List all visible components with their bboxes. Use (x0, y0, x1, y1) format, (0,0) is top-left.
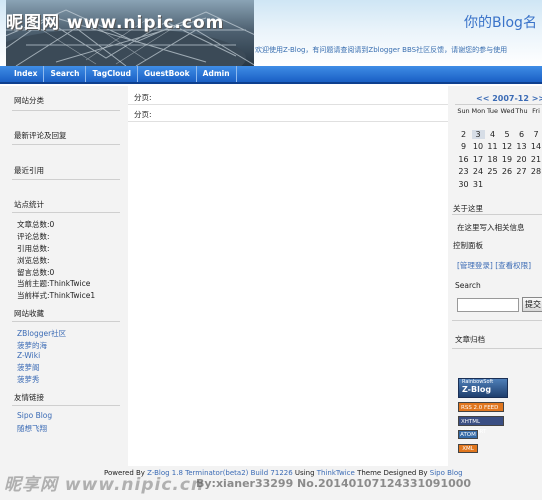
favorite-link[interactable]: ZBlogger社区 (17, 328, 66, 339)
archive-title: 文章归档 (455, 335, 485, 344)
calendar-day[interactable]: 6 (515, 130, 528, 139)
divider (455, 104, 542, 105)
footer-text: Using (292, 469, 317, 477)
nav-guestbook[interactable]: GuestBook (138, 66, 197, 82)
calendar-weekday: Fri (532, 107, 540, 115)
calendar-day[interactable]: 20 (515, 155, 528, 164)
calendar-weekday: Mon (471, 107, 486, 115)
blog-header: 昵图网 www.nipic.com 你的Blog名 欢迎使用Z-Blog，有问题… (0, 0, 542, 66)
calendar-weekday: Thu (515, 107, 528, 115)
nav-search[interactable]: Search (44, 66, 87, 82)
calendar-day[interactable]: 23 (457, 167, 470, 176)
calendar-day[interactable]: 27 (515, 167, 528, 176)
favorites-title: 网站收藏 (14, 309, 44, 318)
calendar-day[interactable]: 18 (486, 155, 499, 164)
divider (452, 348, 542, 349)
calendar-day[interactable]: 13 (515, 142, 528, 151)
zblog-badge-main: Z-Blog (462, 384, 492, 394)
atom-badge[interactable]: ATOM (458, 430, 478, 439)
divider (12, 144, 120, 145)
zblog-badge[interactable]: RainbowSoft Z-Blog (458, 378, 508, 398)
nav-index[interactable]: Index (8, 66, 45, 82)
xml-badge[interactable]: XML (458, 444, 478, 453)
calendar-day[interactable]: 21 (530, 155, 542, 164)
stat-line: 浏览总数: (17, 256, 50, 265)
stat-line: 引用总数: (17, 244, 50, 253)
calendar-weekday: Tue (486, 107, 499, 115)
calendar-day[interactable]: 25 (486, 167, 499, 176)
calendar-day[interactable]: 7 (530, 130, 542, 139)
favorite-link[interactable]: Z-Wiki (17, 351, 40, 360)
links-title: 友情链接 (14, 393, 44, 402)
footer-text: Theme Designed By (354, 469, 430, 477)
designer-link[interactable]: Sipo Blog (430, 469, 463, 477)
stat-line: 当前主题:ThinkTwice (17, 279, 91, 288)
calendar-day[interactable]: 4 (486, 130, 499, 139)
nav-bar: Index Search TagCloud GuestBook Admin (0, 66, 542, 84)
control-panel-title: 控制面板 (453, 241, 483, 250)
search-input[interactable] (457, 298, 519, 312)
divider (128, 104, 448, 105)
theme-link[interactable]: ThinkTwice (317, 469, 355, 477)
divider (452, 214, 542, 215)
stat-line: 留言总数:0 (17, 268, 55, 277)
divider (12, 110, 120, 111)
stats-title: 站点统计 (14, 200, 44, 209)
favorite-link[interactable]: 菠萝的海 (17, 340, 47, 351)
calendar-day[interactable]: 9 (457, 142, 470, 151)
calendar-day[interactable]: 19 (501, 155, 514, 164)
panel-links[interactable]: [管理登录] [查看权限] (457, 260, 531, 271)
stat-line: 当前样式:ThinkTwice1 (17, 291, 96, 300)
calendar-day[interactable]: 10 (472, 142, 485, 151)
calendar-day[interactable]: 31 (472, 180, 485, 189)
rss-badge[interactable]: RSS 2.0 FEED (458, 402, 504, 412)
categories-title: 网站分类 (14, 96, 44, 105)
divider (452, 320, 542, 321)
divider (12, 321, 120, 322)
recent-trackbacks-title: 最近引用 (14, 166, 44, 175)
calendar-day[interactable]: 12 (501, 142, 514, 151)
search-submit-button[interactable]: 提交 (522, 297, 542, 312)
watermark-bottom: 昵享网 www.nipic.cn (4, 475, 205, 495)
calendar-day[interactable]: 17 (472, 155, 485, 164)
calendar-day[interactable]: 24 (472, 167, 485, 176)
divider (12, 212, 120, 213)
calendar-day[interactable]: 2 (457, 130, 470, 139)
nav-tagcloud[interactable]: TagCloud (86, 66, 138, 82)
calendar-day[interactable]: 16 (457, 155, 470, 164)
divider (12, 405, 120, 406)
calendar-weekday: Sun (457, 107, 470, 115)
main-content: 分页: 分页: (128, 86, 448, 466)
xhtml-badge[interactable]: XHTML SUPPORT (458, 416, 504, 435)
stat-line: 文章总数:0 (17, 220, 55, 229)
welcome-marquee: 欢迎使用Z-Blog，有问题请查阅请到Zblogger BBS社区反馈，请谢您的… (255, 46, 508, 54)
calendar-day[interactable]: 3 (471, 130, 485, 139)
divider (128, 121, 448, 122)
calendar-day[interactable]: 26 (501, 167, 514, 176)
divider (12, 179, 120, 180)
search-title: Search (455, 281, 481, 290)
paging-label: 分页: (134, 110, 152, 119)
stat-line: 评论总数: (17, 232, 50, 241)
watermark-id: By:xianer33299 No.20140107124331091000 (196, 477, 472, 490)
about-title: 关于这里 (453, 204, 483, 213)
friend-link[interactable]: 随想飞翔 (17, 423, 47, 434)
calendar-day[interactable]: 28 (530, 167, 542, 176)
calendar-day[interactable]: 14 (530, 142, 542, 151)
favorite-link[interactable]: 菠萝阁 (17, 362, 40, 373)
calendar-day[interactable]: 5 (501, 130, 514, 139)
watermark-top: 昵图网 www.nipic.com (6, 13, 225, 33)
calendar-weekday: Wed (500, 107, 515, 115)
recent-comments-title: 最新评论及回复 (14, 131, 67, 140)
favorite-link[interactable]: 菠萝秀 (17, 374, 40, 385)
blog-title[interactable]: 你的Blog名 (464, 12, 537, 32)
nav-admin[interactable]: Admin (197, 66, 237, 82)
paging-label: 分页: (134, 93, 152, 102)
calendar-day[interactable]: 11 (486, 142, 499, 151)
calendar-day[interactable]: 30 (457, 180, 470, 189)
calendar-month-nav[interactable]: << 2007-12 >> (476, 94, 542, 103)
friend-link[interactable]: Sipo Blog (17, 411, 52, 420)
about-text: 在这里写入相关信息 (457, 223, 525, 232)
